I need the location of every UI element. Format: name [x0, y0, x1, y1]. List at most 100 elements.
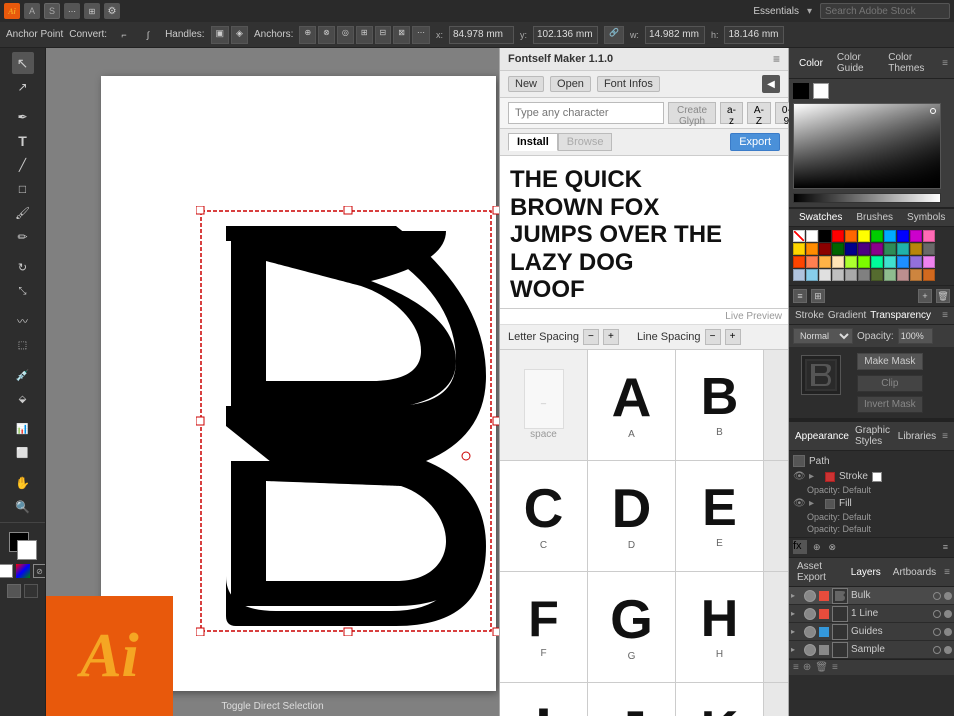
column-graph-tool[interactable]: 📊 — [12, 418, 34, 440]
stroke-swatch[interactable] — [872, 472, 882, 482]
color-picker-handle[interactable] — [930, 108, 936, 114]
layer-bulk-arrow[interactable]: ▸ — [791, 591, 801, 600]
swatch-darkmagenta[interactable] — [871, 243, 883, 255]
artboards-tab[interactable]: Artboards — [889, 566, 940, 579]
layers-panel-options[interactable]: ≡ — [832, 662, 838, 673]
brushes-tab[interactable]: Brushes — [852, 211, 897, 224]
font-infos-btn[interactable]: Font Infos — [597, 76, 660, 92]
open-btn[interactable]: Open — [550, 76, 591, 92]
color-tab[interactable]: Color — [795, 57, 827, 70]
pencil-tool[interactable]: ✏ — [12, 226, 34, 248]
normal-view-icon[interactable] — [7, 584, 21, 598]
glyph-cell-f[interactable]: F F — [500, 572, 588, 682]
swatch-purple[interactable] — [910, 230, 922, 242]
toggle-direct-selection-label[interactable]: Toggle Direct Selection — [221, 701, 323, 712]
swatch-yellow[interactable] — [858, 230, 870, 242]
swatch-darkolive[interactable] — [871, 269, 883, 281]
pen-tool[interactable]: ✒ — [12, 106, 34, 128]
glyph-cell-d[interactable]: D D — [588, 461, 676, 571]
gradient-tab[interactable]: Gradient — [828, 310, 866, 321]
swatch-moccasin[interactable] — [832, 256, 844, 268]
add-appearance-icon[interactable]: ⊕ — [811, 540, 823, 555]
swatch-cyan[interactable] — [884, 230, 896, 242]
transparency-menu-icon[interactable]: ≡ — [942, 310, 948, 321]
fx-icon[interactable]: fx — [793, 540, 807, 554]
create-glyph-btn[interactable]: Create Glyph — [668, 102, 716, 124]
collapse-panel-btn[interactable]: ◀ — [762, 75, 780, 93]
h-input[interactable] — [724, 26, 784, 44]
anchor-btn-6[interactable]: ⊠ — [393, 26, 410, 44]
layer-guides[interactable]: ▸ Guides — [789, 623, 954, 641]
warp-tool[interactable]: 〰 — [12, 310, 34, 332]
swatch-black[interactable] — [819, 230, 831, 242]
swatch-none[interactable] — [793, 230, 805, 242]
appearance-options-icon[interactable]: ≡ — [941, 540, 950, 555]
color-themes-tab[interactable]: Color Themes — [884, 51, 936, 75]
free-transform-tool[interactable]: ⬚ — [12, 334, 34, 356]
transparency-tab[interactable]: Transparency — [870, 310, 931, 321]
layers-options-icon[interactable]: ≡ — [793, 662, 799, 673]
swatch-darkgray[interactable] — [845, 269, 857, 281]
eyedropper-tool[interactable]: 💉 — [12, 364, 34, 386]
fontself-close-icon[interactable]: ≡ — [773, 52, 780, 66]
layer-1line-vis[interactable] — [804, 608, 816, 620]
pattern-fill-icon[interactable]: ⊘ — [33, 564, 47, 578]
asset-export-tab[interactable]: Asset Export — [793, 560, 843, 584]
swatch-medspring[interactable] — [871, 256, 883, 268]
swatch-mediumpurple[interactable] — [910, 256, 922, 268]
x-input[interactable] — [449, 26, 514, 44]
glyph-cell-a[interactable]: A A — [588, 350, 676, 460]
swatch-chocolate[interactable] — [923, 269, 935, 281]
swatch-turquoise[interactable] — [884, 256, 896, 268]
dropdown-arrow-icon[interactable]: ▾ — [807, 6, 812, 17]
swatch-indigo[interactable] — [858, 243, 870, 255]
glyph-cell-e[interactable]: E E — [676, 461, 764, 571]
fill-eye-icon[interactable]: 👁 — [793, 498, 805, 509]
direct-select-tool[interactable]: ↗ — [12, 76, 34, 98]
line-spacing-minus[interactable]: − — [705, 329, 721, 345]
rect-tool[interactable]: □ — [12, 178, 34, 200]
corner-tool-icon[interactable]: ⌐ — [113, 24, 135, 46]
swatch-lightsteelblue[interactable] — [793, 269, 805, 281]
delete-layer-icon[interactable]: 🗑 — [815, 662, 828, 673]
swatch-darkgolden[interactable] — [910, 243, 922, 255]
white-swatch[interactable] — [813, 83, 829, 99]
layer-guides-arrow[interactable]: ▸ — [791, 627, 801, 636]
layers-menu-icon[interactable]: ≡ — [944, 567, 950, 578]
swatch-violet[interactable] — [923, 256, 935, 268]
smooth-tool-icon[interactable]: ∫ — [137, 24, 159, 46]
artboard-tool[interactable]: ⬜ — [12, 442, 34, 464]
adobe-stock-search[interactable] — [820, 3, 950, 19]
delete-appearance-icon[interactable]: ⊗ — [827, 540, 839, 555]
rotate-tool[interactable]: ↻ — [12, 256, 34, 278]
anchor-btn-3[interactable]: ◎ — [337, 26, 354, 44]
symbols-tab[interactable]: Symbols — [903, 211, 949, 224]
type-tool[interactable]: T — [12, 130, 34, 152]
appearance-menu-icon[interactable]: ≡ — [942, 431, 948, 442]
swatch-gray2[interactable] — [858, 269, 870, 281]
swatch-lightgray[interactable] — [819, 269, 831, 281]
glyph-cell-space[interactable]: _ space — [500, 350, 588, 460]
appearance-tab[interactable]: Appearance — [795, 431, 849, 442]
anchor-btn-5[interactable]: ⊟ — [375, 26, 392, 44]
app-icon-4[interactable]: ⋯ — [64, 3, 80, 19]
swatch-silver[interactable] — [832, 269, 844, 281]
layer-guides-vis[interactable] — [804, 626, 816, 638]
swatch-skyblue[interactable] — [806, 269, 818, 281]
swatch-dodger[interactable] — [897, 256, 909, 268]
layer-bulk[interactable]: ▸ Bulk — [789, 587, 954, 605]
layer-1line-arrow[interactable]: ▸ — [791, 609, 801, 618]
fill-stroke-indicator[interactable] — [9, 532, 37, 560]
clip-btn[interactable]: Clip — [857, 375, 923, 392]
swatch-menu-icon[interactable]: ≡ — [793, 289, 807, 303]
swatches-tab[interactable]: Swatches — [795, 211, 846, 224]
swatch-gray[interactable] — [923, 243, 935, 255]
settings-icon[interactable]: ⚙ — [104, 3, 120, 19]
black-swatch[interactable] — [793, 83, 809, 99]
color-guide-tab[interactable]: Color Guide — [833, 51, 878, 75]
opacity-input[interactable] — [898, 328, 933, 344]
anchor-btn-1[interactable]: ⊕ — [299, 26, 316, 44]
swatch-peru[interactable] — [910, 269, 922, 281]
color-panel-menu[interactable]: ≡ — [942, 58, 948, 69]
letter-spacing-minus[interactable]: − — [583, 329, 599, 345]
